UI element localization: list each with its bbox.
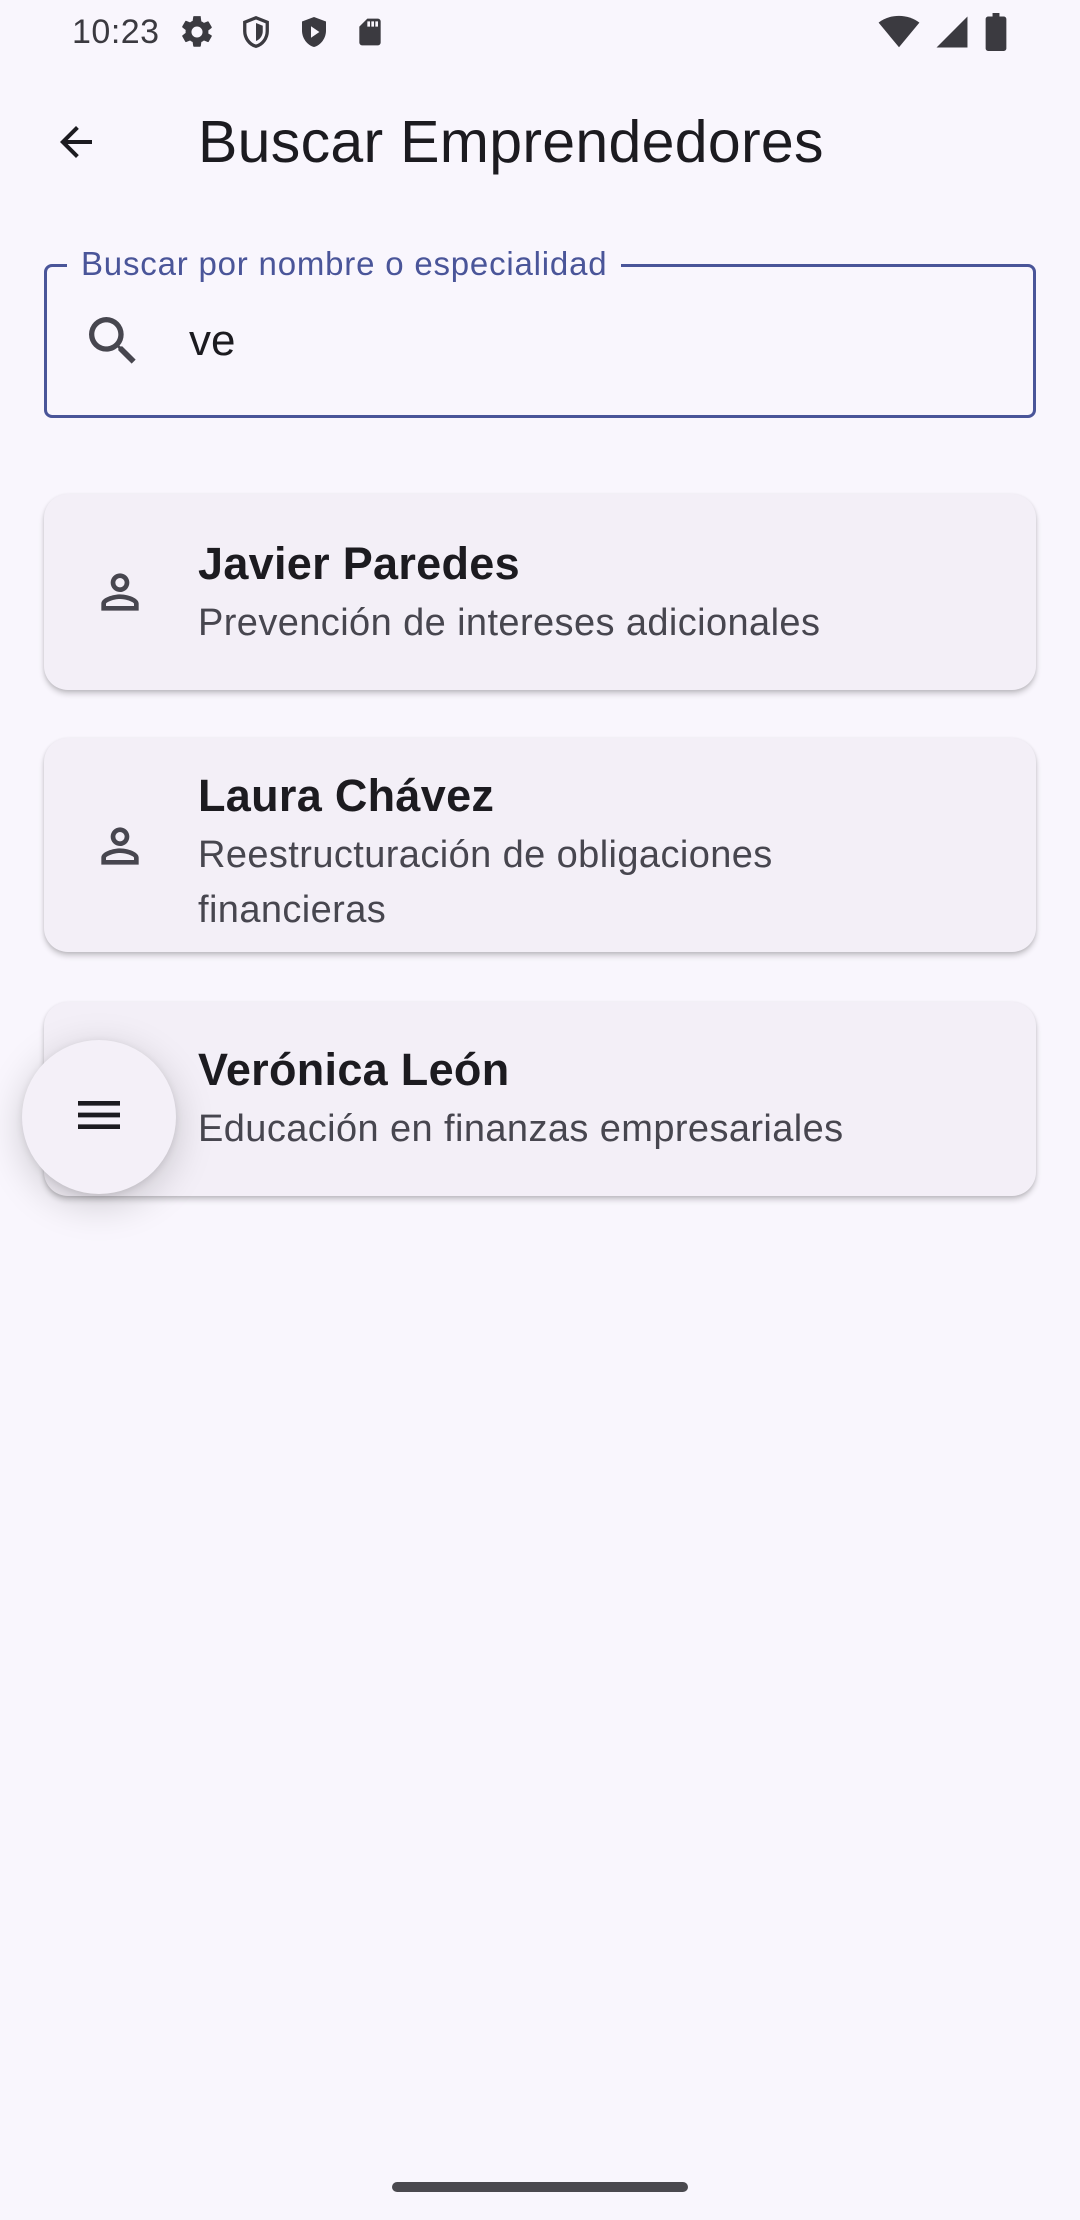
result-card-javier-paredes[interactable]: Javier Paredes Prevención de intereses a… [44,494,1036,690]
cellular-signal-icon [934,15,970,49]
search-icon [81,309,145,373]
menu-fab-button[interactable] [22,1040,176,1194]
shield-play-icon [296,13,332,51]
app-bar: Buscar Emprendedores [0,80,1080,208]
result-name: Javier Paredes [198,538,520,589]
result-specialty: Prevención de intereses adicionales [198,602,821,644]
search-input[interactable] [189,299,989,383]
status-time: 10:23 [72,12,160,51]
page-title: Buscar Emprendedores [198,109,824,175]
status-left-icons [178,13,386,51]
back-button[interactable] [36,104,116,184]
result-name: Verónica León [198,1044,510,1095]
result-specialty: Reestructuración de obligaciones financi… [198,834,773,931]
home-indicator[interactable] [392,2182,688,2192]
person-icon [92,564,148,620]
result-card-veronica-leon[interactable]: Verónica León Educación en finanzas empr… [44,1002,1036,1196]
screen: 10:23 Buscar Emprendedores Buscar por no… [0,0,1080,2220]
gear-icon [178,13,216,51]
shield-outline-icon [238,13,274,51]
status-bar: 10:23 [0,0,1080,64]
menu-icon [71,1087,127,1148]
sd-card-icon [354,14,386,50]
wifi-icon [878,15,920,49]
person-icon [92,818,148,874]
status-right-icons [878,13,1008,51]
result-card-laura-chavez[interactable]: Laura Chávez Reestructuración de obligac… [44,738,1036,952]
arrow-back-icon [52,118,100,171]
result-name: Laura Chávez [198,770,495,821]
battery-icon [984,13,1008,51]
search-field[interactable]: Buscar por nombre o especialidad [44,245,1036,418]
result-specialty: Educación en finanzas empresariales [198,1108,844,1150]
search-label: Buscar por nombre o especialidad [67,245,622,283]
